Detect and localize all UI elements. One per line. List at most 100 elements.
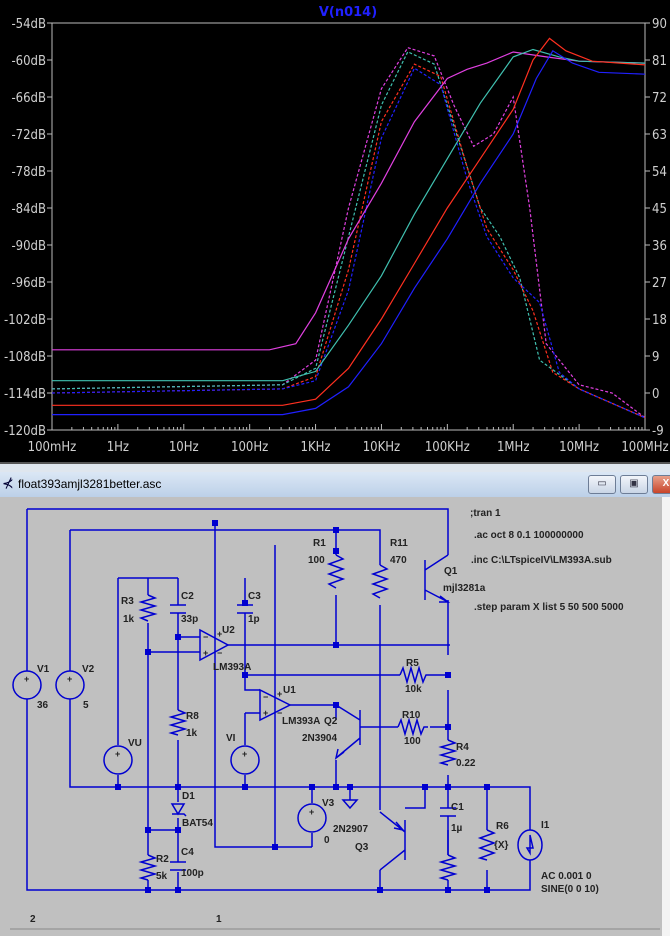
trace-title[interactable]: V(n014) (319, 5, 377, 20)
x-tick-label: 1Hz (107, 440, 129, 455)
y-tick-label: -60dB (11, 54, 46, 69)
svg-text:AC 0.001 0: AC 0.001 0 (541, 871, 592, 882)
svg-text:+: + (24, 674, 29, 684)
svg-text:10k: 10k (405, 684, 422, 695)
svg-text:5: 5 (83, 700, 89, 711)
svg-text:C1: C1 (451, 802, 464, 813)
svg-text:+: + (115, 749, 120, 759)
y-tick-label: -54dB (11, 17, 46, 32)
close-button[interactable]: X (652, 475, 670, 494)
svg-text:+: + (263, 708, 268, 718)
svg-text:C3: C3 (248, 591, 261, 602)
y2-tick-label: 45 (652, 202, 667, 217)
magnitude-trace-teal[interactable] (52, 48, 646, 382)
svg-text:R1: R1 (313, 538, 326, 549)
y2-tick-label: 0 (652, 387, 659, 402)
svg-text:0: 0 (324, 835, 330, 846)
y2-tick-label: 90 (652, 17, 667, 32)
svg-text:100p: 100p (181, 868, 204, 879)
svg-text:+: + (203, 648, 208, 658)
svg-text:LM393A: LM393A (213, 662, 251, 673)
y2-tick-label: 36 (652, 239, 667, 254)
y2-tick-label: 54 (652, 165, 667, 180)
svg-text:2N2907: 2N2907 (333, 824, 368, 835)
svg-text:R3: R3 (121, 596, 134, 607)
y-tick-label: -120dB (4, 424, 46, 439)
directive-step[interactable]: .step param X list 5 50 500 5000 (474, 602, 624, 613)
magnitude-trace-blue[interactable] (52, 49, 646, 416)
y-tick-label: -78dB (11, 165, 46, 180)
y2-tick-label: 27 (652, 276, 667, 291)
x-tick-label: 1MHz (497, 440, 529, 455)
svg-text:{X}: {X} (494, 840, 509, 851)
svg-text:1µ: 1µ (451, 823, 463, 834)
svg-text:I1: I1 (541, 820, 550, 831)
y-tick-label: -72dB (11, 128, 46, 143)
svg-text:R8: R8 (186, 711, 199, 722)
y2-tick-label: 63 (652, 128, 667, 143)
svg-text:VU: VU (128, 738, 142, 749)
y-tick-label: -96dB (11, 276, 46, 291)
x-tick-label: 10KHz (363, 440, 400, 455)
y2-tick-label: 72 (652, 91, 667, 106)
svg-text:SINE(0 0 10): SINE(0 0 10) (541, 884, 599, 895)
y2-tick-label: 9 (652, 350, 659, 365)
svg-text:1k: 1k (123, 614, 135, 625)
svg-text:V3: V3 (322, 798, 335, 809)
window-title: float393amjl3281better.asc (18, 477, 162, 491)
svg-text:+: + (242, 749, 247, 759)
svg-text:R4: R4 (456, 742, 469, 753)
y-tick-label: -66dB (11, 91, 46, 106)
directive-tran[interactable]: ;tran 1 (470, 508, 501, 519)
svg-text:−: − (263, 692, 268, 702)
svg-text:−: − (217, 648, 222, 658)
svg-text:100: 100 (404, 736, 421, 747)
scrollbar[interactable] (662, 497, 670, 936)
schematic-canvas[interactable]: −++− −++− + ++ ++ ;tran 1 .ac oct 8 0.1 10… (0, 497, 670, 936)
directive-ac[interactable]: .ac oct 8 0.1 100000000 (474, 530, 584, 541)
magnitude-trace-magenta[interactable] (52, 51, 646, 351)
maximize-button[interactable]: ▣ (620, 475, 648, 494)
svg-text:C4: C4 (181, 847, 194, 858)
directive-inc[interactable]: .inc C:\LTspiceIV\LM393A.sub (471, 555, 612, 566)
svg-text:VI: VI (226, 733, 236, 744)
x-tick-label: 10MHz (559, 440, 599, 455)
svg-text:BAT54: BAT54 (182, 818, 213, 829)
svg-text:R5: R5 (406, 658, 419, 669)
y2-tick-label: 81 (652, 54, 667, 69)
x-tick-label: 1KHz (301, 440, 331, 455)
y-tick-label: -114dB (4, 387, 46, 402)
svg-text:R6: R6 (496, 821, 509, 832)
pin-label: 1 (216, 914, 222, 925)
svg-text:+: + (309, 807, 314, 817)
ltspice-schematic-icon: ⊀ (2, 475, 14, 491)
svg-text:Q2: Q2 (324, 716, 338, 727)
phase-trace-red[interactable] (51, 63, 646, 419)
svg-text:mjl3281a: mjl3281a (443, 583, 486, 594)
svg-text:U2: U2 (222, 625, 235, 636)
svg-text:R10: R10 (402, 710, 421, 721)
y-tick-label: -102dB (4, 313, 46, 328)
svg-text:+: + (277, 689, 282, 699)
svg-text:100: 100 (308, 555, 325, 566)
svg-text:33p: 33p (181, 614, 198, 625)
schematic-window-titlebar[interactable]: ⊀ float393amjl3281better.asc ▭ ▣ X (0, 472, 670, 498)
x-tick-label: 100Hz (231, 440, 268, 455)
svg-text:R11: R11 (390, 538, 408, 549)
svg-text:Q1: Q1 (444, 566, 458, 577)
svg-text:Q3: Q3 (355, 842, 369, 853)
y-tick-label: -84dB (11, 202, 46, 217)
svg-text:1p: 1p (248, 614, 260, 625)
bode-plot[interactable]: V(n014) -54dB -60dB -66dB -72dB -78dB -84dB -9… (0, 0, 670, 462)
x-tick-label: 100KHz (425, 440, 470, 455)
svg-text:−: − (203, 632, 208, 642)
x-tick-label: 100MHz (621, 440, 668, 455)
svg-text:1k: 1k (186, 728, 198, 739)
minimize-button[interactable]: ▭ (588, 475, 616, 494)
waveform-viewer[interactable]: V(n014) -54dB -60dB -66dB -72dB -78dB -84dB -9… (0, 0, 670, 462)
svg-text:V1: V1 (37, 664, 50, 675)
svg-text:36: 36 (37, 700, 49, 711)
phase-trace-blue[interactable] (51, 67, 646, 419)
y2-tick-label: -9 (652, 424, 664, 439)
svg-text:D1: D1 (182, 791, 195, 802)
